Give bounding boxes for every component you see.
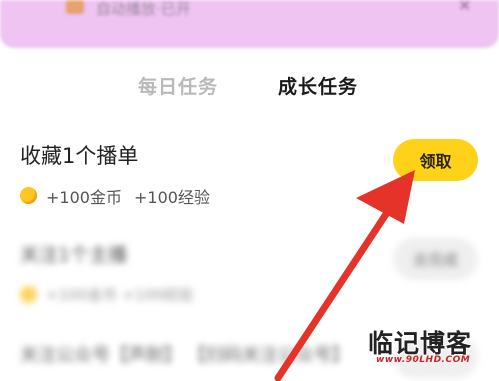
top-banner: 自动播放·已开 ✕ [0,0,499,48]
blurred-task-title: 关注1个主播 [20,244,128,266]
task-tabs: 每日任务 成长任务 [0,72,499,102]
tab-growth-tasks[interactable]: 成长任务 [278,72,358,99]
blurred-task-button[interactable]: 去完成 [393,238,478,280]
blurred-coin-icon [20,286,37,303]
reward-exp: +100经验 [134,188,210,207]
task-title: 收藏1个播单 [20,144,139,168]
banner-text: 自动播放·已开 [96,0,191,18]
close-icon[interactable]: ✕ [458,0,471,15]
watermark-url: www.90LHD.COM [376,355,471,365]
watermark: 临记博客 www.90LHD.COM [368,324,488,374]
reward-coins: +100金币 [46,188,122,207]
coin-icon [20,187,37,204]
tab-daily-tasks[interactable]: 每日任务 [138,72,218,99]
claim-button[interactable]: 领取 [393,139,478,181]
blurred-task-reward: +100金币 +100经验 [46,286,194,304]
banner-avatar-icon [66,0,84,14]
blurred-task-title-2: 关注公众号【声耐】 【扫码关注公众号】 [20,345,350,366]
